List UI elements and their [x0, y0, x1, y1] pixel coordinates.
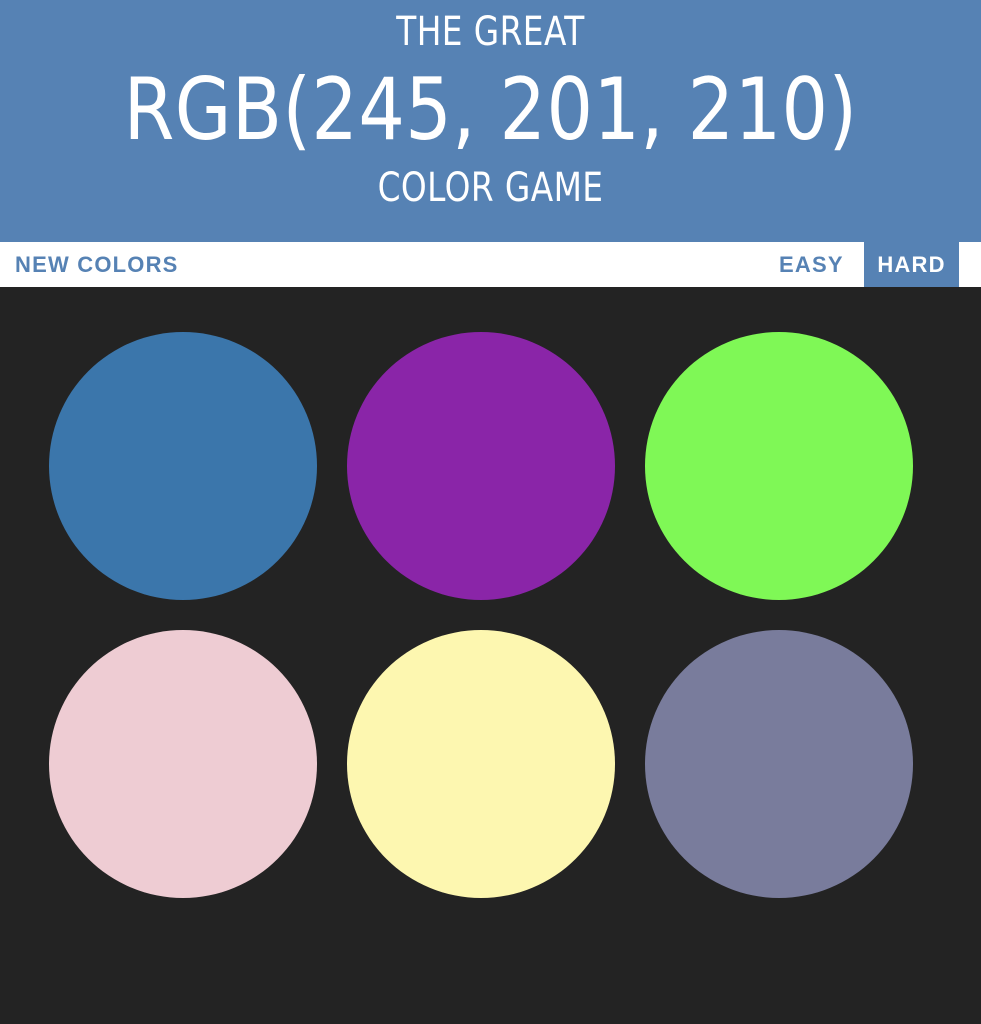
color-square-3[interactable]: [645, 332, 913, 600]
easy-mode-button[interactable]: EASY: [779, 242, 844, 287]
color-square-4[interactable]: [49, 630, 317, 898]
color-square-2[interactable]: [347, 332, 615, 600]
hard-mode-button[interactable]: HARD: [864, 242, 959, 287]
title-bottom: COLOR GAME: [377, 165, 604, 211]
color-square-1[interactable]: [49, 332, 317, 600]
game-header: THE GREAT RGB(245, 201, 210) COLOR GAME: [0, 0, 981, 242]
title-top: THE GREAT: [396, 9, 585, 55]
color-square-5[interactable]: [347, 630, 615, 898]
squares-container: [0, 287, 981, 1024]
control-stripe: NEW COLORS EASY HARD: [0, 242, 981, 287]
color-square-6[interactable]: [645, 630, 913, 898]
new-colors-button[interactable]: NEW COLORS: [15, 242, 179, 287]
color-display: RGB(245, 201, 210): [123, 60, 858, 160]
